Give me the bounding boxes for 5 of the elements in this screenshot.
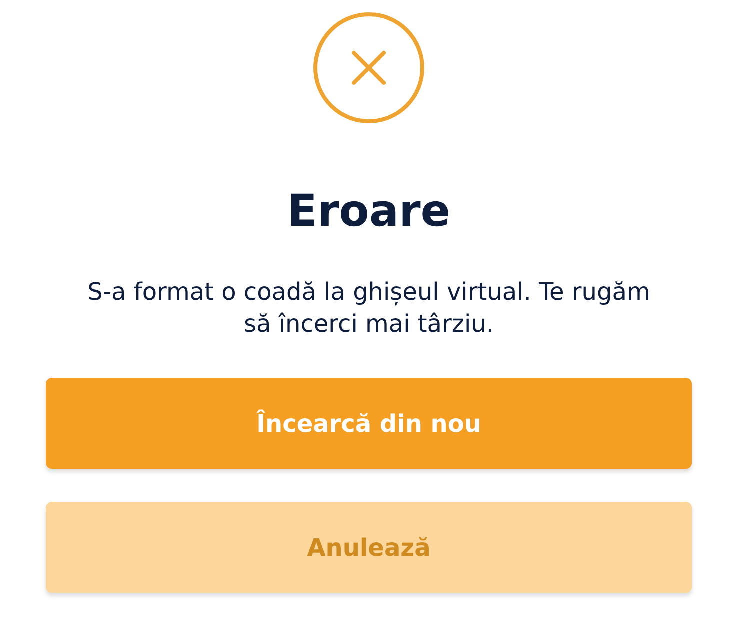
error-message: S-a format o coadă la ghișeul virtual. Te rugăm să încerci mai târziu. <box>86 277 652 340</box>
dialog-title: Eroare <box>287 185 451 239</box>
error-x-circle-icon <box>313 12 425 124</box>
retry-button[interactable]: Încearcă din nou <box>46 378 692 469</box>
cancel-button[interactable]: Anulează <box>46 502 692 593</box>
